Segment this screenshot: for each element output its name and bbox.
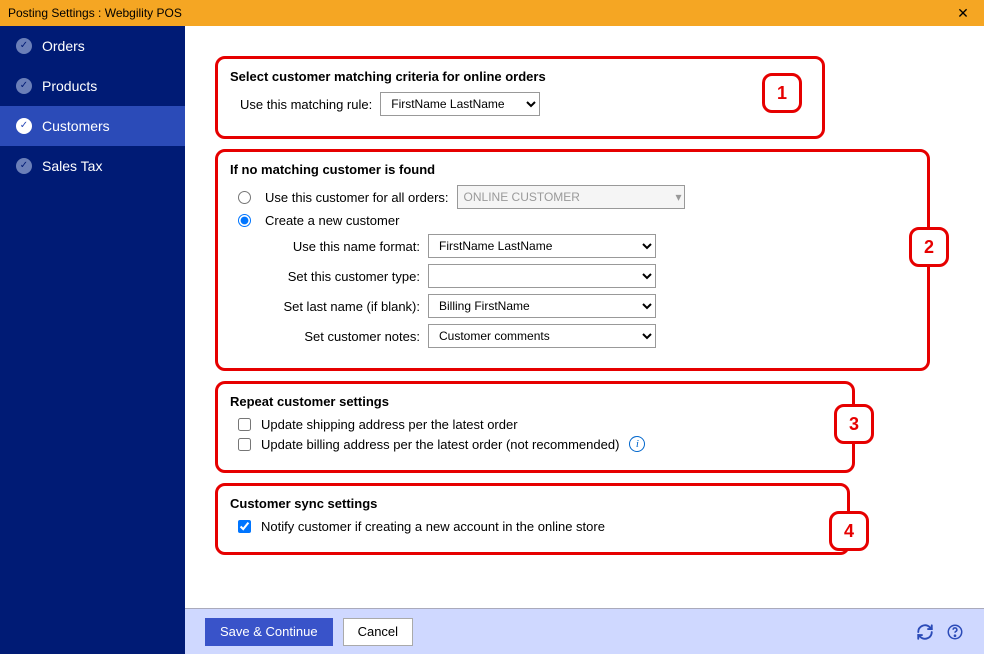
callout-badge-4: 4 — [829, 511, 869, 551]
chevron-down-icon: ▾ — [675, 190, 681, 204]
checkbox-notify-customer[interactable] — [238, 520, 251, 533]
check-icon: ✓ — [16, 158, 32, 174]
name-format-label: Use this name format: — [255, 239, 420, 254]
section-title: If no matching customer is found — [230, 162, 915, 177]
content-area: 1 Select customer matching criteria for … — [185, 26, 984, 608]
checkbox-update-billing-label: Update billing address per the latest or… — [261, 437, 619, 452]
online-customer-select[interactable]: ONLINE CUSTOMER — [464, 190, 580, 204]
title-bar: Posting Settings : Webgility POS ✕ — [0, 0, 984, 26]
window-title: Posting Settings : Webgility POS — [8, 6, 182, 20]
sidebar-item-label: Orders — [42, 38, 85, 54]
last-name-select[interactable]: Billing FirstName — [428, 294, 656, 318]
section-repeat-customer: 3 Repeat customer settings Update shippi… — [215, 381, 855, 473]
info-icon[interactable]: i — [629, 436, 645, 452]
sidebar: ✓ Orders ✓ Products ✓ Customers ✓ Sales … — [0, 26, 185, 654]
check-icon: ✓ — [16, 38, 32, 54]
callout-badge-1: 1 — [762, 73, 802, 113]
refresh-icon[interactable] — [916, 623, 934, 641]
help-icon[interactable] — [946, 623, 964, 641]
section-title: Select customer matching criteria for on… — [230, 69, 810, 84]
check-icon: ✓ — [16, 78, 32, 94]
callout-badge-3: 3 — [834, 404, 874, 444]
customer-type-label: Set this customer type: — [255, 269, 420, 284]
matching-rule-label: Use this matching rule: — [240, 97, 372, 112]
section-no-matching: 2 If no matching customer is found Use t… — [215, 149, 930, 371]
checkbox-update-billing[interactable] — [238, 438, 251, 451]
sidebar-item-customers[interactable]: ✓ Customers — [0, 106, 185, 146]
checkbox-notify-customer-label: Notify customer if creating a new accoun… — [261, 519, 605, 534]
check-icon: ✓ — [16, 118, 32, 134]
sidebar-item-products[interactable]: ✓ Products — [0, 66, 185, 106]
radio-use-customer-all[interactable] — [238, 191, 251, 204]
checkbox-update-shipping-label: Update shipping address per the latest o… — [261, 417, 518, 432]
matching-rule-select[interactable]: FirstName LastName — [380, 92, 540, 116]
customer-notes-label: Set customer notes: — [255, 329, 420, 344]
sidebar-item-label: Products — [42, 78, 97, 94]
section-matching-criteria: 1 Select customer matching criteria for … — [215, 56, 825, 139]
checkbox-update-shipping[interactable] — [238, 418, 251, 431]
footer-bar: Save & Continue Cancel — [185, 608, 984, 654]
section-customer-sync: 4 Customer sync settings Notify customer… — [215, 483, 850, 555]
last-name-label: Set last name (if blank): — [255, 299, 420, 314]
callout-badge-2: 2 — [909, 227, 949, 267]
radio-use-customer-all-label: Use this customer for all orders: — [265, 190, 449, 205]
name-format-select[interactable]: FirstName LastName — [428, 234, 656, 258]
radio-create-new-customer[interactable] — [238, 214, 251, 227]
sidebar-item-sales-tax[interactable]: ✓ Sales Tax — [0, 146, 185, 186]
sidebar-item-orders[interactable]: ✓ Orders — [0, 26, 185, 66]
customer-type-select[interactable] — [428, 264, 656, 288]
section-title: Customer sync settings — [230, 496, 835, 511]
cancel-button[interactable]: Cancel — [343, 618, 413, 646]
section-title: Repeat customer settings — [230, 394, 840, 409]
save-continue-button[interactable]: Save & Continue — [205, 618, 333, 646]
sidebar-item-label: Customers — [42, 118, 110, 134]
customer-notes-select[interactable]: Customer comments — [428, 324, 656, 348]
close-icon[interactable]: ✕ — [950, 5, 976, 22]
radio-create-new-customer-label: Create a new customer — [265, 213, 399, 228]
sidebar-item-label: Sales Tax — [42, 158, 102, 174]
